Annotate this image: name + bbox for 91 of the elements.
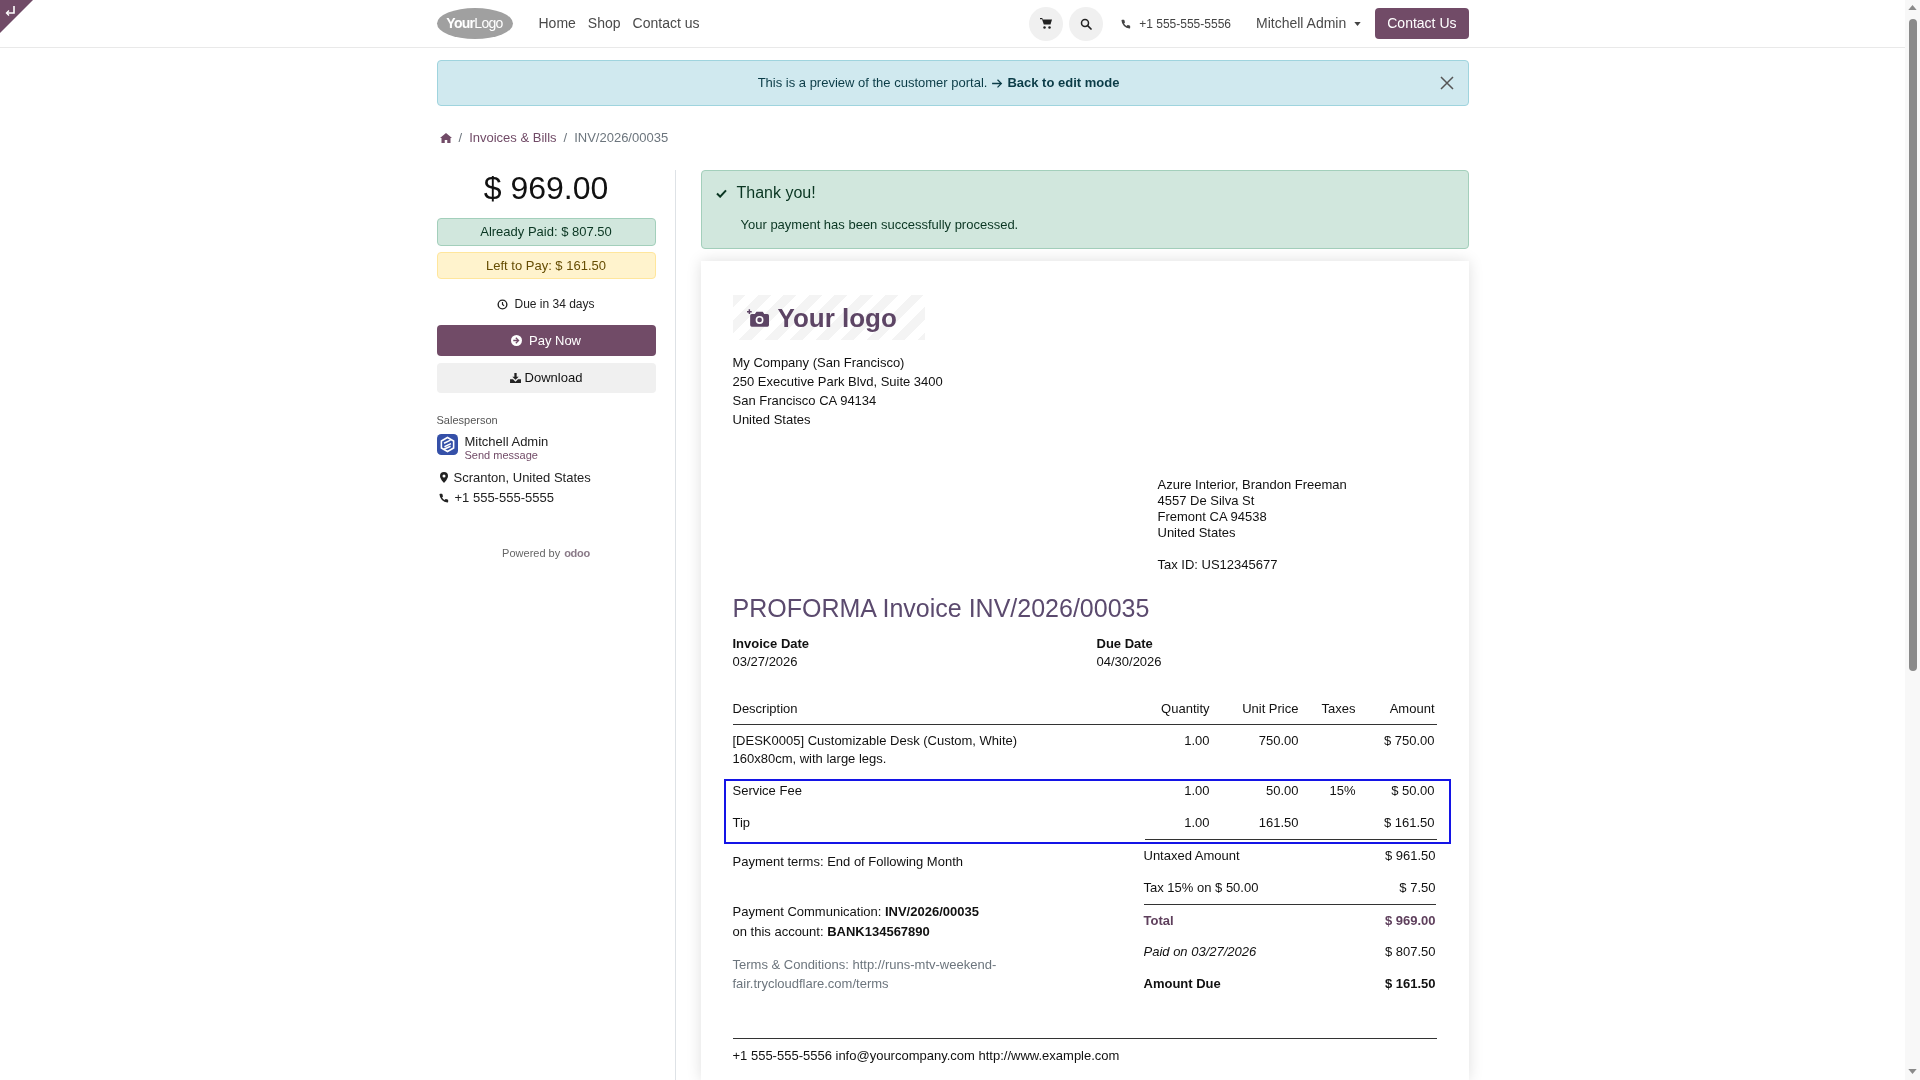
avatar-icon [436, 434, 458, 455]
check-icon [715, 188, 727, 198]
download-icon [509, 373, 521, 383]
back-to-edit-link[interactable]: Back to edit mode [992, 73, 1120, 93]
corner-toggle-icon[interactable] [0, 0, 33, 33]
column-header: Description [732, 700, 798, 718]
total-amount: $ 969.00 [483, 170, 609, 206]
total-label: Amount Due [1143, 975, 1221, 994]
cart-icon [1040, 18, 1053, 29]
breadcrumb-separator: / [458, 129, 463, 148]
company-address: My Company (San Francisco) 250 Executive Park Blvd, Suite 3400 San Francisco CA 94134 United States [732, 354, 943, 429]
breadcrumb-link[interactable]: Invoices & Bills [469, 128, 557, 148]
salesperson-name: Mitchell Admin [464, 434, 549, 449]
nav-link[interactable]: Contact us [632, 13, 700, 34]
total-label: Paid on 03/27/2026 [1143, 943, 1257, 962]
total-label: Tax 15% on $ 50.00 [1143, 879, 1259, 898]
table-cell: Tip [732, 814, 751, 832]
odoo-link[interactable]: odoo [564, 546, 590, 560]
column-header: Amount [1389, 700, 1435, 718]
download-button[interactable]: Download [436, 363, 656, 393]
caret-icon [1354, 21, 1362, 26]
scroll-up-arrow-icon[interactable] [1908, 5, 1917, 10]
phone-icon [438, 492, 449, 503]
scrollbar[interactable] [1905, 0, 1920, 1080]
table-cell-text: 750.00 [1258, 732, 1299, 750]
close-button[interactable] [1439, 75, 1455, 91]
camera-plus-icon [746, 308, 769, 327]
table-cell: $ 50.00 [1391, 782, 1435, 800]
payment-terms: Payment terms: End of Following Month [732, 853, 963, 871]
date-value: 03/27/2026 [732, 653, 798, 671]
breadcrumb-current: INV/2026/00035 [574, 129, 669, 148]
total-value: $ 969.00 [1384, 911, 1436, 930]
search-button[interactable] [1069, 6, 1104, 41]
payment-communication: Payment Communication: INV/2026/00035 on this account: BANK134567890 [732, 903, 979, 941]
tax-id: Tax ID: US12345677 [1157, 557, 1278, 573]
total-value: $ 961.50 [1384, 847, 1436, 866]
powered-by-text: Powered by [502, 546, 561, 560]
arrow-circle-right-icon [511, 335, 522, 346]
date-label: Invoice Date [732, 635, 810, 653]
scrollbar-thumb[interactable] [1908, 19, 1917, 671]
left-to-pay-badge: Left to Pay: $ 161.50 [436, 252, 656, 279]
map-marker-icon [439, 472, 448, 483]
close-icon [1440, 76, 1454, 90]
customer-address: Azure Interior, Brandon Freeman 4557 De Silva St Fremont CA 94538 United States [1157, 477, 1347, 541]
table-cell: $ 161.50 [1383, 814, 1435, 832]
terms-and-conditions: Terms & Conditions: http://runs-mtv-weekend-fair.trycloudflare.com/terms [732, 956, 998, 993]
alert-message: Your payment has been successfully processed. [740, 217, 1019, 233]
scroll-down-arrow-icon[interactable] [1908, 1069, 1917, 1074]
clock-icon [497, 298, 509, 310]
invoice-title: PROFORMA Invoice INV/2026/00035 [732, 593, 1150, 623]
cart-button[interactable] [1029, 6, 1064, 41]
column-header: Unit Price [1242, 700, 1299, 718]
date-label: Due Date [1096, 635, 1153, 653]
salesperson-location: Scranton, United States [453, 468, 591, 487]
table-cell: 15% [1329, 782, 1356, 800]
table-cell: Service Fee [732, 782, 802, 800]
total-label: Untaxed Amount [1143, 847, 1240, 866]
date-value: 04/30/2026 [1096, 653, 1162, 671]
contact-us-button[interactable]: Contact Us [1375, 8, 1469, 39]
preview-message: This is a preview of the customer portal. Back to edit mode [757, 73, 1120, 93]
table-cell: 1.00 [1184, 782, 1210, 800]
user-menu[interactable]: Mitchell Admin [1256, 13, 1362, 34]
search-icon [1080, 17, 1093, 30]
total-value: $ 7.50 [1399, 879, 1436, 898]
table-cell: [DESK0005] Customizable Desk (Custom, White) 160x80cm, with large legs. [732, 732, 1018, 768]
phone-number: +1 555-555-5556 [1139, 15, 1231, 33]
column-header: Taxes [1321, 700, 1356, 718]
column-header: Quantity [1161, 700, 1210, 718]
total-label: Total [1143, 911, 1174, 930]
invoice-footer: +1 555-555-5556 info@yourcompany.com http://www.example.com [732, 1047, 1120, 1065]
total-value: $ 161.50 [1384, 975, 1436, 994]
table-cell: 1.00 [1184, 814, 1210, 832]
logo-text: Your logo [777, 302, 897, 333]
due-text: Due in 34 days [514, 296, 595, 313]
salesperson-phone: +1 555-555-5555 [454, 488, 554, 507]
home-icon[interactable] [439, 133, 452, 143]
total-value: $ 807.50 [1384, 943, 1436, 962]
table-cell: 161.50 [1258, 814, 1299, 832]
nav-link[interactable]: Home [538, 13, 576, 34]
breadcrumb-separator: / [563, 129, 568, 148]
salesperson-label: Salesperson [436, 413, 498, 427]
table-cell-text: 1.00 [1184, 732, 1210, 750]
already-paid-badge: Already Paid: $ 807.50 [436, 218, 656, 246]
nav-link[interactable]: Shop [587, 13, 621, 34]
arrow-right-icon [992, 78, 1004, 88]
send-message-link[interactable]: Send message [464, 449, 538, 462]
table-cell: 50.00 [1265, 782, 1299, 800]
phone-icon [1121, 18, 1132, 29]
alert-title: Thank you! [736, 183, 816, 203]
table-cell-text: $ 750.00 [1383, 732, 1435, 750]
pay-now-button[interactable]: Pay Now [436, 325, 656, 356]
